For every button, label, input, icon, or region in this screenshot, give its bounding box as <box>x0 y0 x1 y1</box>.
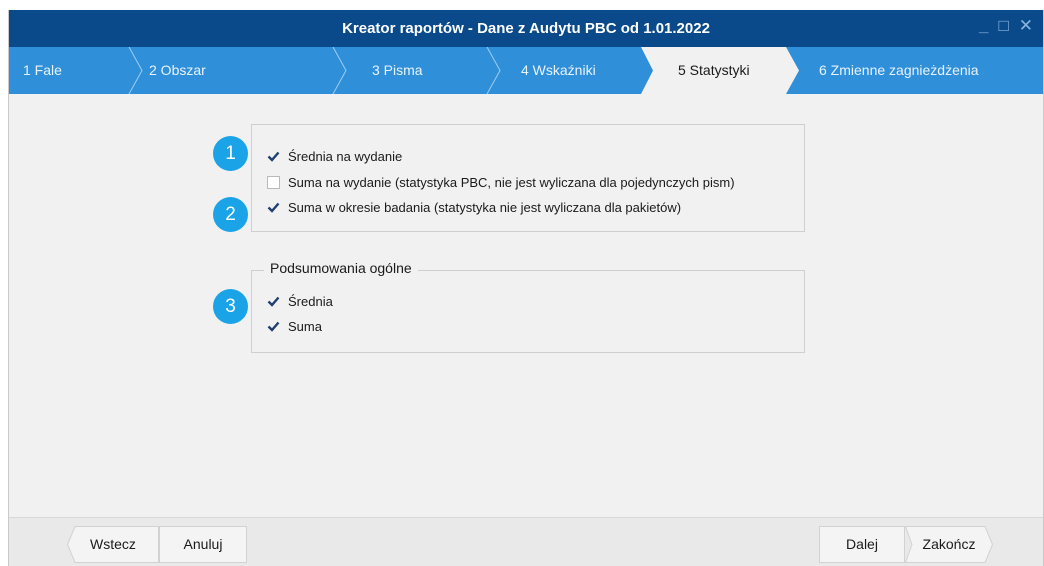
cancel-button[interactable]: Anuluj <box>159 526 247 563</box>
option-label: Suma na wydanie (statystyka PBC, nie jes… <box>288 174 735 190</box>
cancel-button-label: Anuluj <box>183 536 223 552</box>
option-label: Średnia <box>288 293 333 309</box>
checkbox-checked-icon[interactable] <box>267 320 280 333</box>
summary-panel-legend: Podsumowania ogólne <box>264 260 418 276</box>
option-overall-sum[interactable]: Suma <box>267 316 322 336</box>
next-button-label: Dalej <box>846 536 878 552</box>
tab-wskazniki[interactable]: 4 Wskaźniki <box>521 47 596 94</box>
wizard-steps: 1 Fale 2 Obszar 3 Pisma 4 Wskaźniki 5 St… <box>9 47 1043 94</box>
annotation-badge-3: 3 <box>213 289 248 324</box>
tab-separator <box>486 47 501 94</box>
maximize-icon[interactable]: □ <box>998 16 1008 36</box>
tab-zmienne-zagniezdzenia[interactable]: 6 Zmienne zagnieżdżenia <box>819 47 979 94</box>
finish-button[interactable]: Zakończ <box>905 526 993 563</box>
window-title: Kreator raportów - Dane z Audytu PBC od … <box>342 20 710 37</box>
report-wizard-window: Kreator raportów - Dane z Audytu PBC od … <box>8 10 1044 566</box>
annotation-badge-1: 1 <box>213 136 248 171</box>
tab-obszar[interactable]: 2 Obszar <box>149 47 206 94</box>
statistics-options-panel: Średnia na wydanie Suma na wydanie (stat… <box>251 124 805 232</box>
minimize-icon[interactable]: _ <box>979 16 988 36</box>
finish-button-label: Zakończ <box>922 536 976 552</box>
wizard-footer: Wstecz Anuluj Dalej Zakończ <box>9 517 1043 566</box>
back-button[interactable]: Wstecz <box>67 526 159 563</box>
option-label: Suma w okresie badania (statystyka nie j… <box>288 199 682 215</box>
close-icon[interactable]: ✕ <box>1019 16 1033 36</box>
tab-separator <box>128 47 143 94</box>
tab-statystyki[interactable]: 5 Statystyki <box>678 47 750 94</box>
option-average-per-issue[interactable]: Średnia na wydanie <box>267 146 402 166</box>
option-sum-per-issue[interactable]: Suma na wydanie (statystyka PBC, nie jes… <box>267 172 735 192</box>
tab-fale[interactable]: 1 Fale <box>23 47 62 94</box>
checkbox-checked-icon[interactable] <box>267 150 280 163</box>
option-label: Średnia na wydanie <box>288 148 403 164</box>
next-button[interactable]: Dalej <box>819 526 905 563</box>
window-controls: _ □ ✕ <box>979 16 1033 36</box>
summary-options-panel: Podsumowania ogólne Średnia Suma <box>251 260 805 353</box>
annotation-badge-2: 2 <box>213 197 248 232</box>
statistics-step-content: Średnia na wydanie Suma na wydanie (stat… <box>9 94 1043 517</box>
option-sum-in-period[interactable]: Suma w okresie badania (statystyka nie j… <box>267 197 681 217</box>
tab-separator <box>332 47 347 94</box>
checkbox-checked-icon[interactable] <box>267 295 280 308</box>
option-label: Suma <box>288 318 322 334</box>
title-bar: Kreator raportów - Dane z Audytu PBC od … <box>9 10 1043 47</box>
checkbox-unchecked-icon[interactable] <box>267 175 280 189</box>
option-overall-average[interactable]: Średnia <box>267 291 333 311</box>
checkbox-checked-icon[interactable] <box>267 201 280 214</box>
tab-pisma[interactable]: 3 Pisma <box>372 47 423 94</box>
back-button-label: Wstecz <box>90 536 136 552</box>
